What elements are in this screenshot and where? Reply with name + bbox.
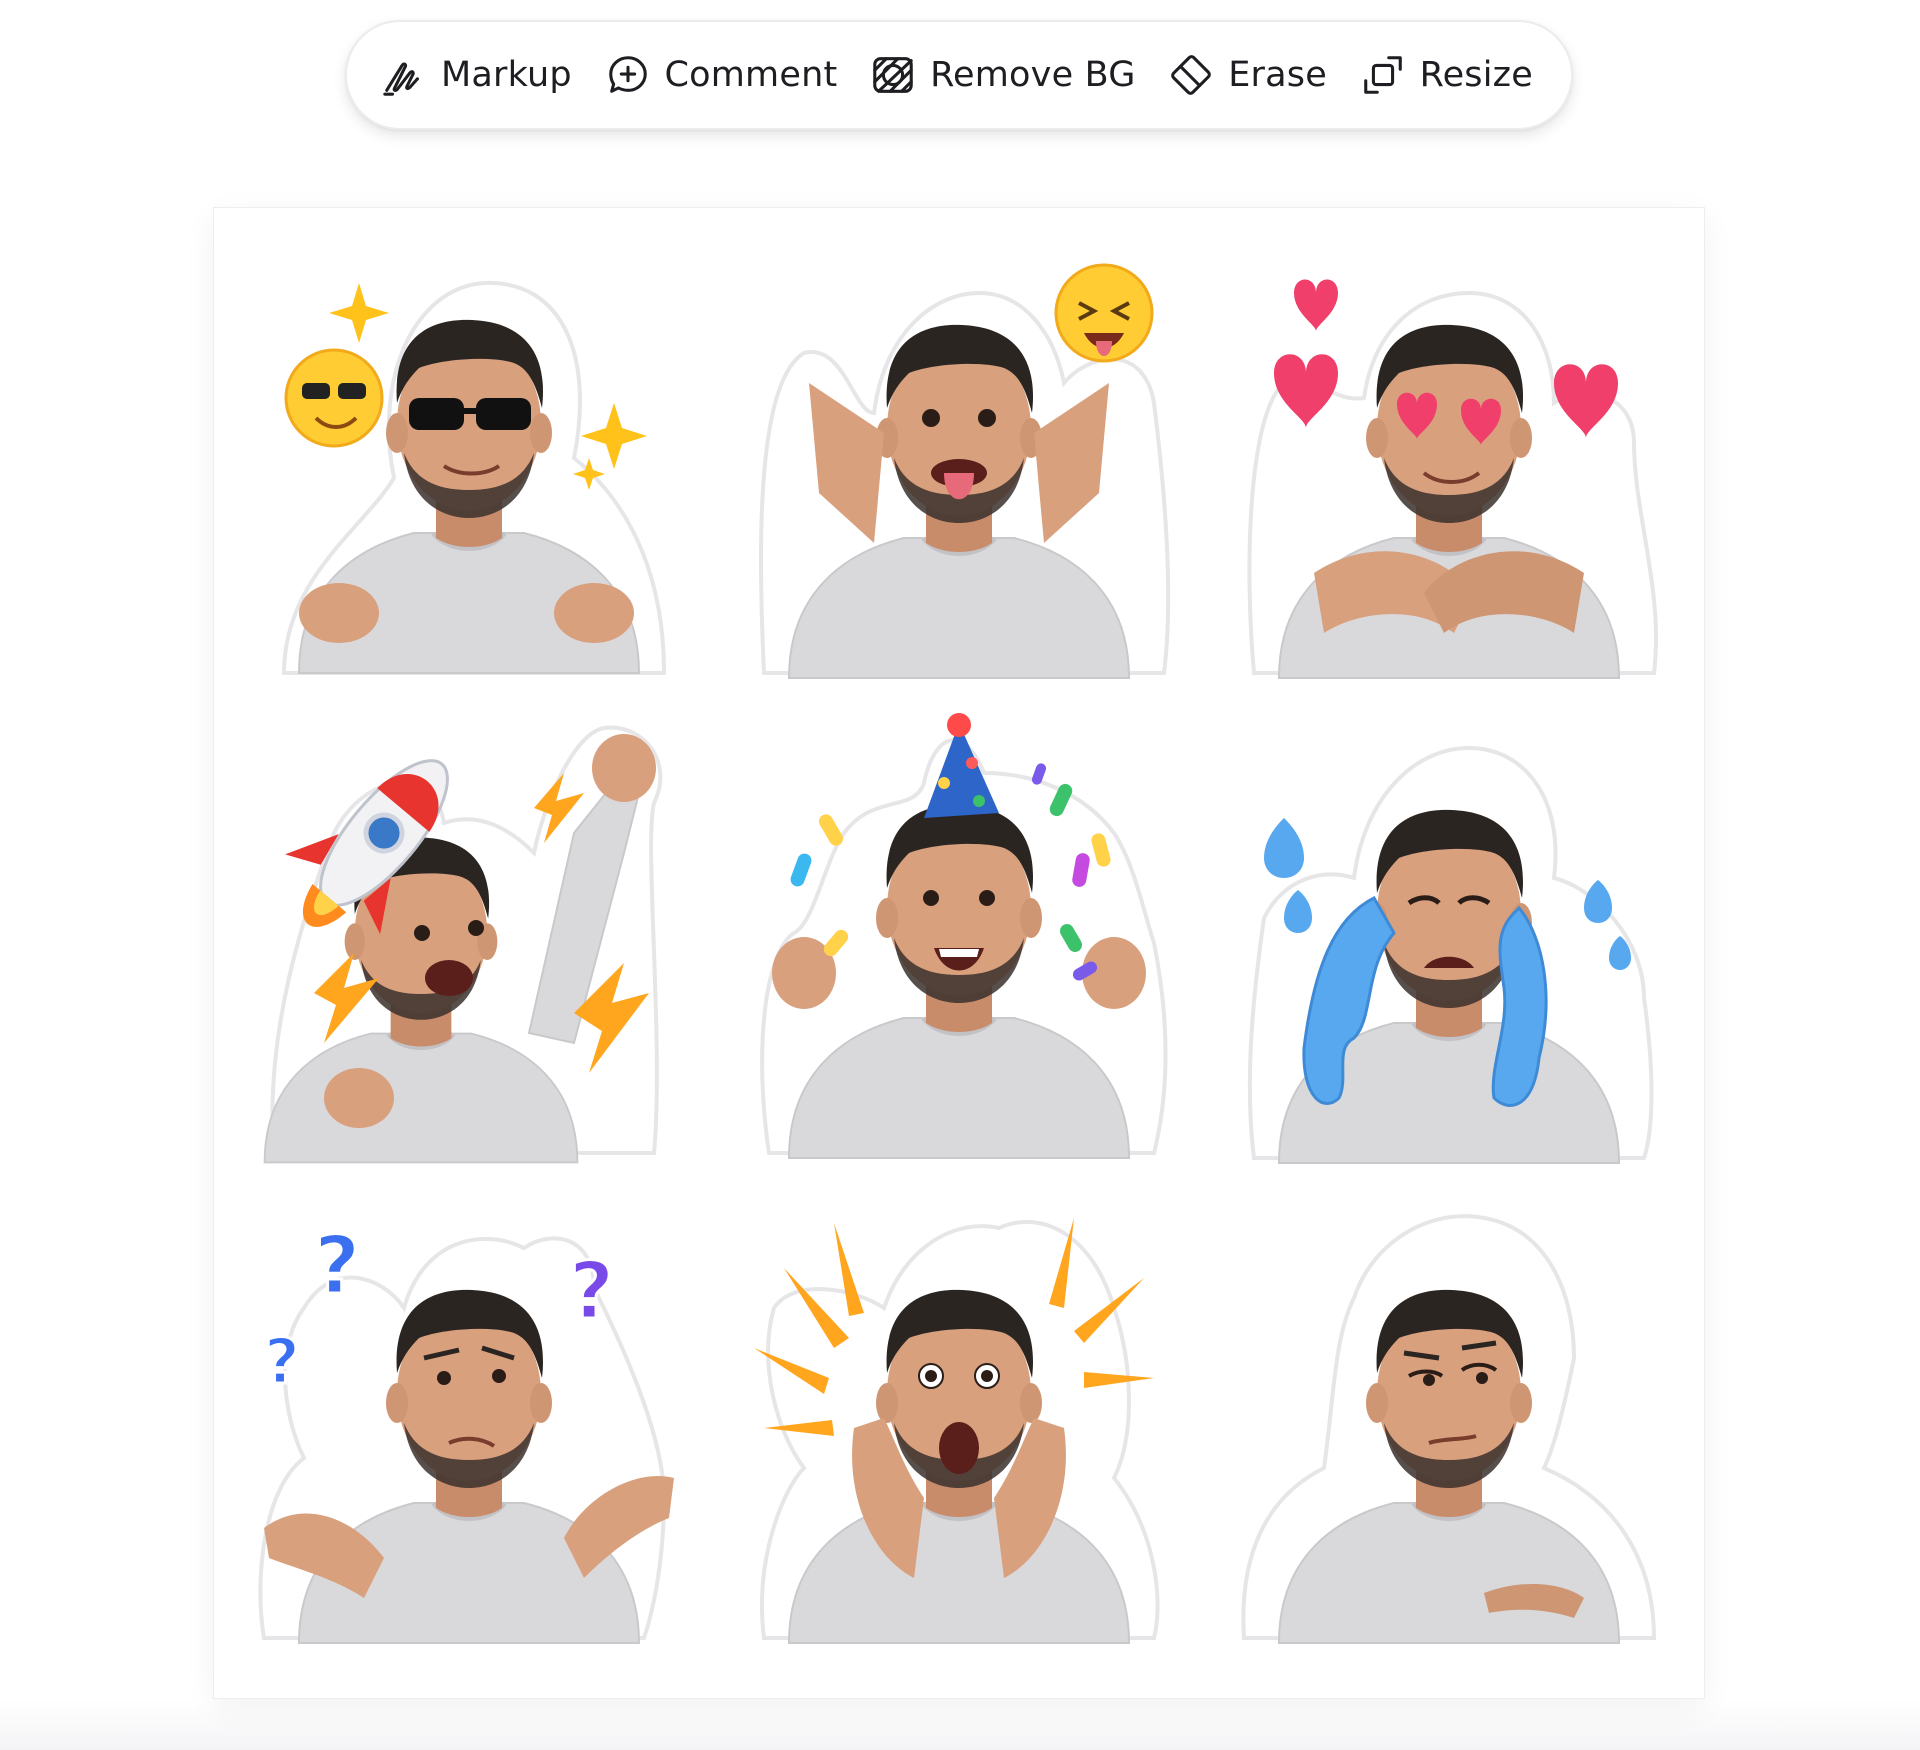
sticker-rocket[interactable] — [244, 713, 694, 1163]
sticker-skeptical[interactable] — [1224, 1198, 1674, 1648]
markup-icon — [381, 52, 427, 98]
sticker-shocked[interactable] — [734, 1198, 1184, 1648]
svg-text:?: ? — [569, 1247, 614, 1337]
remove-bg-icon — [870, 52, 916, 98]
sticker-sheet-image[interactable]: ? ? ? — [214, 208, 1704, 1698]
remove-bg-button[interactable]: Remove BG — [860, 40, 1145, 110]
eraser-icon — [1168, 52, 1214, 98]
editor-canvas: Markup Comment Remove BG Erase Resize ? … — [0, 0, 1920, 1750]
svg-text:?: ? — [314, 1219, 360, 1312]
sticker-crying[interactable] — [1224, 718, 1674, 1168]
resize-button[interactable]: Resize — [1350, 40, 1543, 110]
image-toolbar: Markup Comment Remove BG Erase Resize — [345, 20, 1573, 130]
erase-label: Erase — [1228, 55, 1327, 95]
sticker-love[interactable] — [1224, 233, 1674, 683]
comment-button[interactable]: Comment — [595, 40, 848, 110]
svg-text:?: ? — [264, 1325, 300, 1398]
comment-label: Comment — [664, 55, 838, 95]
comment-add-icon — [605, 52, 651, 98]
resize-icon — [1360, 52, 1406, 98]
sticker-cool[interactable] — [244, 228, 694, 678]
erase-button[interactable]: Erase — [1158, 40, 1337, 110]
markup-button[interactable]: Markup — [371, 40, 582, 110]
sticker-silly[interactable] — [734, 233, 1184, 683]
remove-bg-label: Remove BG — [930, 55, 1136, 95]
sticker-confused[interactable]: ? ? ? — [244, 1198, 694, 1648]
markup-label: Markup — [441, 55, 572, 95]
resize-label: Resize — [1419, 55, 1533, 95]
sticker-celebrate[interactable] — [734, 713, 1184, 1163]
